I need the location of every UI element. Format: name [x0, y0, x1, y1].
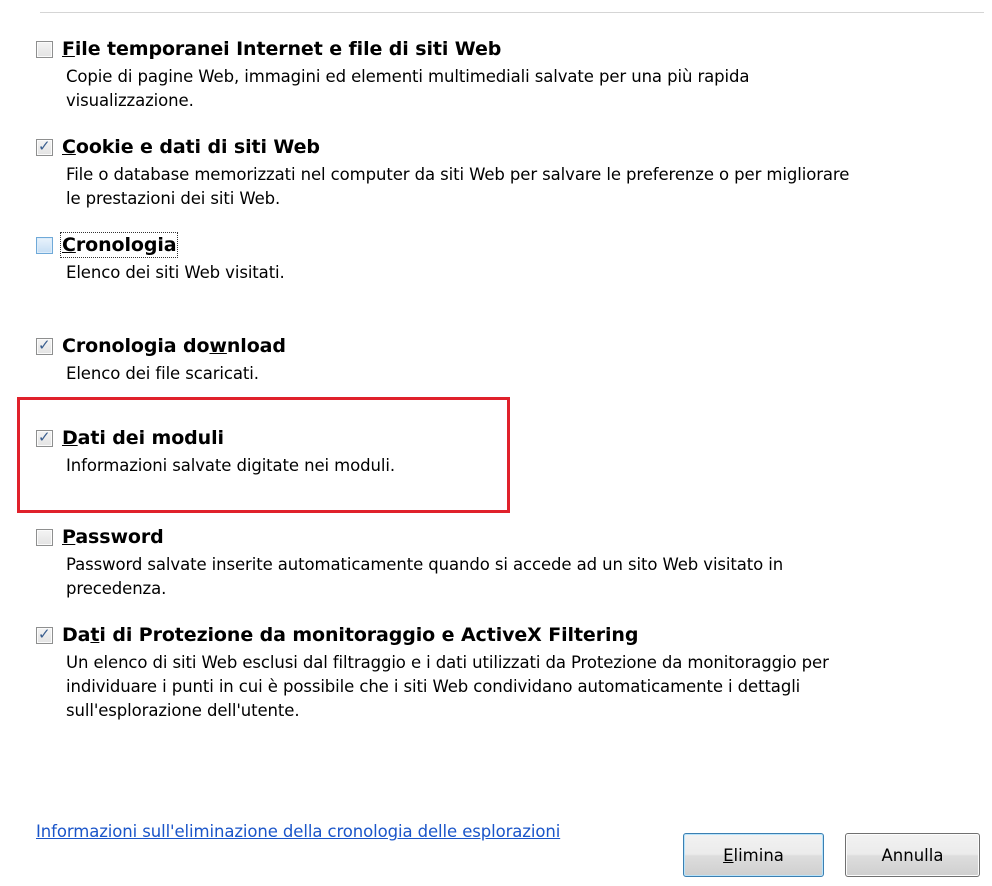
- option-history: Cronologia Elenco dei siti Web visitati.: [36, 232, 984, 285]
- temp-files-description: Copie di pagine Web, immagini ed element…: [66, 67, 750, 110]
- download-history-description: Elenco dei file scaricati.: [66, 364, 259, 383]
- cookies-description: File o database memorizzati nel computer…: [66, 165, 850, 208]
- access-key: C: [62, 136, 76, 158]
- option-passwords: Password Password salvate inserite autom…: [36, 524, 984, 601]
- passwords-label[interactable]: Password: [62, 526, 164, 548]
- label-text: nload: [226, 335, 286, 357]
- checkmark-icon: ✓: [38, 624, 51, 643]
- label-text: ookie e dati di siti Web: [75, 136, 320, 158]
- label-text: assword: [75, 526, 164, 548]
- temp-files-checkbox[interactable]: [36, 40, 53, 58]
- passwords-description: Password salvate inserite automaticament…: [66, 555, 784, 598]
- cookies-label[interactable]: Cookie e dati di siti Web: [62, 136, 320, 158]
- history-checkbox[interactable]: [36, 236, 53, 254]
- delete-button[interactable]: Elimina: [683, 833, 824, 877]
- label-text: Da: [62, 624, 91, 646]
- history-label[interactable]: Cronologia: [59, 232, 179, 258]
- cancel-button[interactable]: Annulla: [845, 833, 980, 877]
- tracking-protection-description: Un elenco di siti Web esclusi dal filtra…: [66, 653, 829, 720]
- access-key: E: [723, 845, 734, 865]
- tracking-protection-label[interactable]: Dati di Protezione da monitoraggio e Act…: [62, 624, 638, 646]
- option-download-history: ✓ Cronologia download Elenco dei file sc…: [36, 333, 984, 386]
- option-cookies: ✓ Cookie e dati di siti Web File o datab…: [36, 134, 984, 211]
- access-key: P: [62, 526, 76, 548]
- passwords-checkbox[interactable]: [36, 528, 53, 546]
- download-history-checkbox[interactable]: ✓: [36, 336, 53, 355]
- temp-files-label[interactable]: File temporanei Internet e file di siti …: [62, 38, 501, 60]
- tracking-protection-checkbox[interactable]: ✓: [36, 625, 53, 644]
- checkmark-icon: ✓: [38, 335, 51, 354]
- history-description: Elenco dei siti Web visitati.: [66, 263, 285, 282]
- download-history-label[interactable]: Cronologia download: [62, 335, 286, 357]
- access-key: w: [209, 335, 227, 357]
- option-temp-files: File temporanei Internet e file di siti …: [36, 36, 984, 113]
- delete-history-help-link[interactable]: Informazioni sull'eliminazione della cro…: [36, 822, 560, 841]
- label-text: i di Protezione da monitoraggio e Active…: [99, 624, 639, 646]
- label-text: ile temporanei Internet e file di siti W…: [74, 38, 502, 60]
- option-tracking-protection: ✓ Dati di Protezione da monitoraggio e A…: [36, 622, 984, 723]
- top-separator: [40, 12, 984, 13]
- checkmark-icon: ✓: [38, 136, 51, 155]
- button-label: limina: [733, 845, 784, 865]
- label-text: ronologia: [75, 234, 177, 256]
- highlight-box: [17, 397, 510, 513]
- access-key: C: [62, 234, 76, 256]
- label-text: Cronologia do: [62, 335, 210, 357]
- access-key: F: [62, 38, 75, 60]
- cookies-checkbox[interactable]: ✓: [36, 137, 53, 156]
